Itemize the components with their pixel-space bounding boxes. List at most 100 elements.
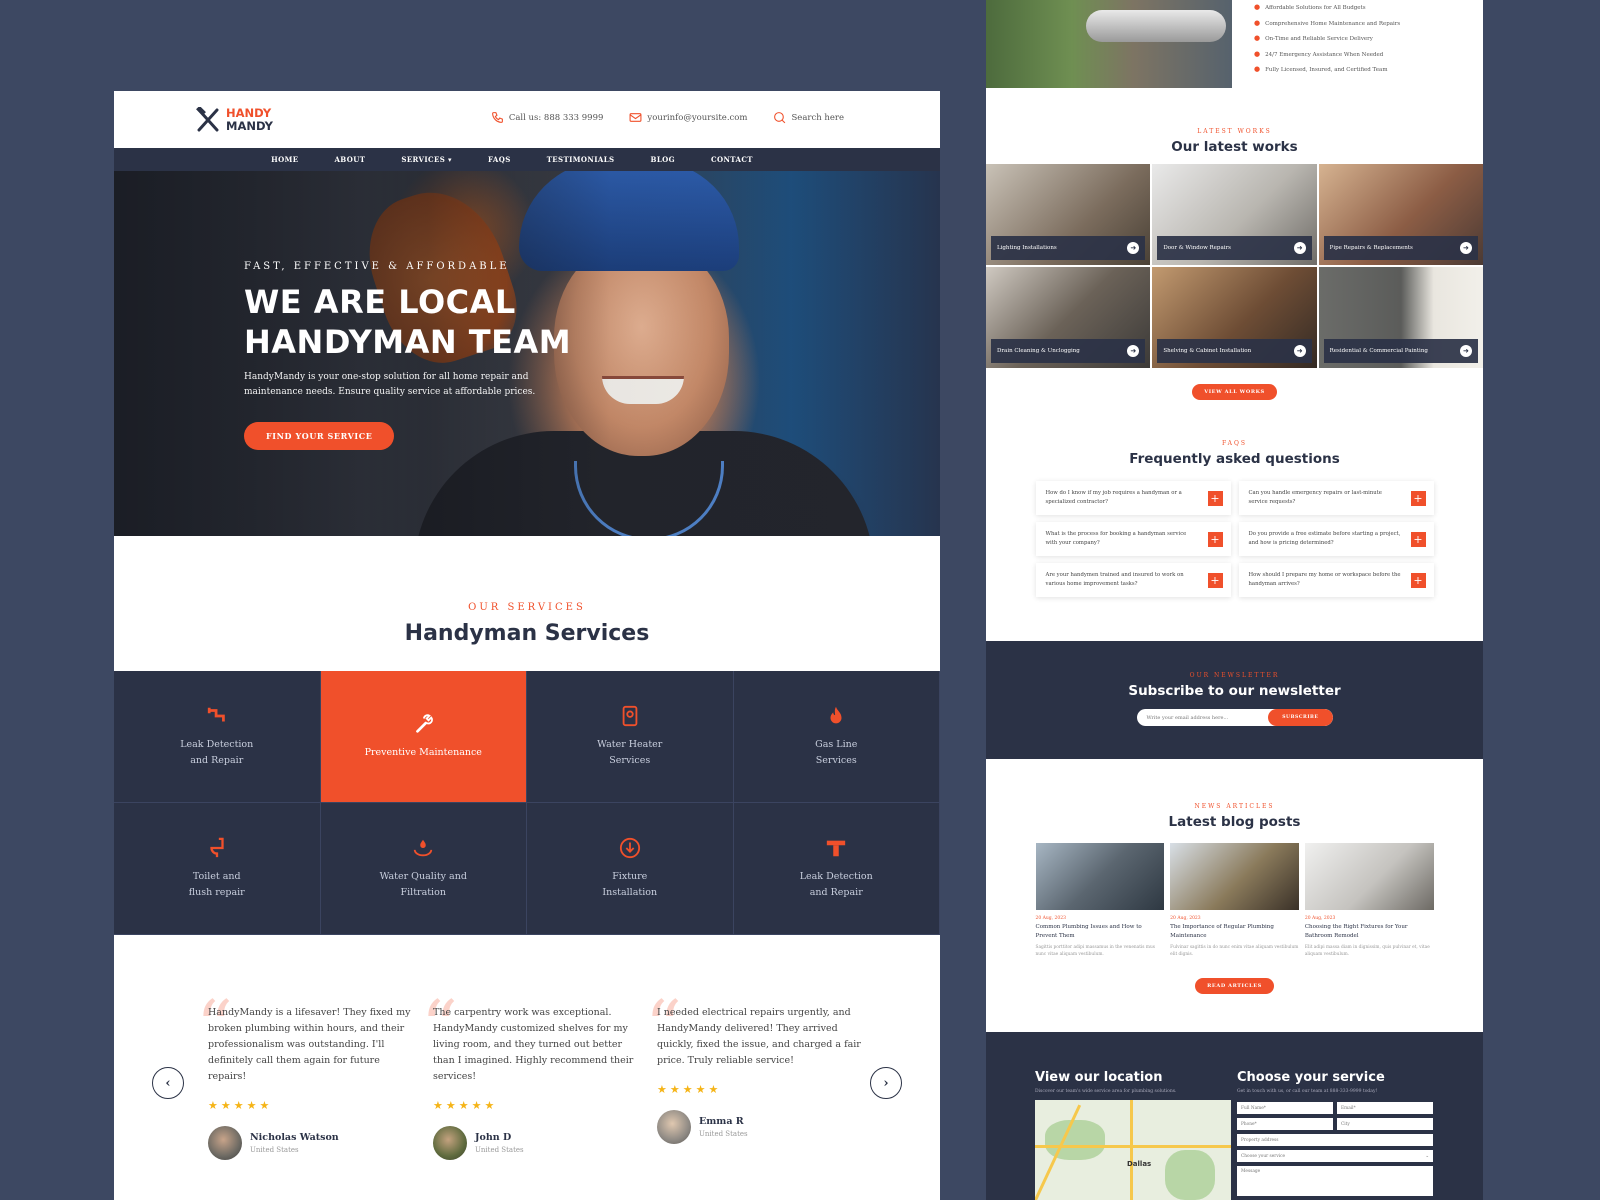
work-card[interactable]: Lighting Installations ➜ — [986, 164, 1151, 265]
blog-date: 20 Aug, 2023 — [1304, 916, 1336, 921]
service-select[interactable]: Choose your service ⌄ — [1237, 1150, 1433, 1162]
nav-faqs[interactable]: FAQS — [488, 155, 511, 164]
work-card[interactable]: Shelving & Cabinet Installation ➜ — [1152, 267, 1317, 368]
blog-date: 20 Aug, 2023 — [1170, 916, 1201, 921]
faq-item[interactable]: Are your handymen trained and insured to… — [1035, 563, 1231, 597]
service-label: Leak Detection — [799, 870, 873, 882]
plus-icon[interactable]: + — [1207, 490, 1223, 506]
search-icon — [774, 112, 786, 124]
subscribe-button[interactable]: SUBSCRIBE — [1268, 709, 1333, 726]
work-card[interactable]: Pipe Repairs & Replacements ➜ — [1318, 164, 1483, 265]
arrow-right-icon[interactable]: ➜ — [1459, 242, 1472, 254]
email-contact[interactable]: yourinfo@yoursite.com — [629, 111, 747, 124]
arrow-right-icon[interactable]: ➜ — [1127, 345, 1140, 357]
arrow-right-icon[interactable]: ➜ — [1127, 242, 1140, 254]
nav-contact[interactable]: CONTACT — [711, 155, 753, 164]
next-arrow-button[interactable]: › — [870, 1067, 902, 1099]
arrow-right-icon[interactable]: ➜ — [1293, 242, 1306, 254]
hero-title-line2: handyman team — [244, 323, 572, 361]
service-card[interactable]: Water Quality and Filtration — [320, 803, 527, 935]
work-card[interactable]: Door & Window Repairs ➜ — [1152, 164, 1317, 265]
about-strip: Affordable Solutions for All Budgets Com… — [986, 0, 1483, 88]
work-label: Shelving & Cabinet Installation — [1163, 348, 1252, 354]
email-field[interactable]: Email* — [1337, 1102, 1433, 1114]
faq-item[interactable]: How should I prepare my home or workspac… — [1238, 563, 1434, 597]
service-select-label: Choose your service — [1241, 1153, 1286, 1159]
reviewer: Emma R United States — [657, 1110, 862, 1144]
blog-post-title[interactable]: The Importance of Regular Plumbing Maint… — [1170, 923, 1299, 941]
service-label: flush repair — [188, 886, 245, 898]
faq-item[interactable]: Can you handle emergency repairs or last… — [1238, 481, 1434, 515]
location-map[interactable]: Dallas — [1035, 1100, 1231, 1200]
newsletter-kicker: OUR NEWSLETTER — [1189, 672, 1280, 679]
nav-testimonials[interactable]: TESTIMONIALS — [547, 155, 615, 164]
blog-card[interactable]: 20 Aug, 2023 Choosing the Right Fixtures… — [1304, 843, 1434, 958]
blog-card[interactable]: 20 Aug, 2023 Common Plumbing Issues and … — [1035, 843, 1165, 958]
blog-post-title[interactable]: Choosing the Right Fixtures for Your Bat… — [1305, 923, 1434, 941]
service-label: Leak Detection — [180, 738, 254, 750]
service-label: Installation — [602, 886, 658, 898]
hero-title: We are local handyman team — [244, 282, 574, 362]
nav-blog[interactable]: BLOG — [651, 155, 676, 164]
faq-item[interactable]: Do you provide a free estimate before st… — [1238, 522, 1434, 556]
service-card[interactable]: Water Heater Services — [527, 671, 734, 803]
email-text: yourinfo@yoursite.com — [647, 112, 748, 123]
read-articles-button[interactable]: READ ARTICLES — [1195, 978, 1274, 994]
location-subtitle: Discover our team's wide service area fo… — [1035, 1089, 1177, 1094]
hero-kicker: FAST, EFFECTIVE & AFFORDABLE — [244, 261, 510, 272]
faq-item[interactable]: What is the process for booking a handym… — [1035, 522, 1231, 556]
work-card[interactable]: Residential & Commercial Painting ➜ — [1318, 267, 1483, 368]
faq-question: Are your handymen trained and insured to… — [1045, 572, 1184, 587]
nav-home[interactable]: HOME — [271, 155, 298, 164]
service-card-active[interactable]: Preventive Maintenance — [320, 671, 527, 803]
faq-item[interactable]: How do I know if my job requires a handy… — [1035, 481, 1231, 515]
service-card[interactable]: Fixture Installation — [527, 803, 734, 935]
service-card[interactable]: Gas Line Services — [733, 671, 940, 803]
arrow-right-icon[interactable]: ➜ — [1459, 345, 1472, 357]
download-circle-icon — [619, 837, 640, 858]
view-all-works-button[interactable]: VIEW ALL WORKS — [1192, 384, 1277, 400]
reviewer: Nicholas Watson United States — [208, 1126, 413, 1160]
work-card[interactable]: Drain Cleaning & Unclogging ➜ — [986, 267, 1151, 368]
toilet-icon — [210, 837, 224, 857]
service-card[interactable]: Leak Detection and Repair — [733, 803, 940, 935]
services-kicker: OUR SERVICES — [468, 602, 586, 613]
work-caption: Shelving & Cabinet Installation ➜ — [1157, 339, 1312, 363]
blog-image[interactable] — [1304, 843, 1434, 910]
city-field[interactable]: City — [1337, 1118, 1433, 1130]
blog-section: NEWS ARTICLES Latest blog posts 20 Aug, … — [986, 803, 1483, 994]
nav-services[interactable]: SERVICES ▾ — [401, 155, 452, 164]
phone-contact[interactable]: Call us: 888 333 9999 — [491, 111, 603, 124]
arrow-right-icon[interactable]: ➜ — [1293, 345, 1306, 357]
find-service-button[interactable]: FIND YOUR SERVICE — [244, 422, 395, 450]
newsletter-email-input[interactable]: Write your email address here... — [1147, 715, 1229, 721]
address-field[interactable]: Property address — [1237, 1134, 1433, 1146]
water-drop-icon — [414, 839, 433, 856]
plus-icon[interactable]: + — [1207, 572, 1223, 588]
service-label: Fixture — [612, 870, 648, 882]
pipe-icon — [207, 707, 225, 721]
plus-icon[interactable]: + — [1410, 490, 1426, 506]
blog-image[interactable] — [1035, 843, 1165, 910]
full-name-field[interactable]: Full Name* — [1237, 1102, 1333, 1114]
message-field[interactable]: Message — [1237, 1166, 1433, 1196]
logo-line2: MANDY — [226, 118, 274, 133]
benefit-item: Comprehensive Home Maintenance and Repai… — [1254, 16, 1400, 32]
service-card[interactable]: Toilet and flush repair — [114, 803, 321, 935]
service-card[interactable]: Leak Detection and Repair — [114, 671, 321, 803]
nav-about[interactable]: ABOUT — [334, 155, 365, 164]
blog-image[interactable] — [1170, 843, 1299, 910]
plus-icon[interactable]: + — [1410, 572, 1426, 588]
services-header: OUR SERVICES Handyman Services — [114, 536, 940, 671]
reviewer-name: John D — [475, 1132, 512, 1143]
plus-icon[interactable]: + — [1207, 531, 1223, 547]
plus-icon[interactable]: + — [1410, 531, 1426, 547]
contact-footer: View our location Discover our team's wi… — [986, 1032, 1483, 1200]
search-trigger[interactable]: Search here — [773, 111, 844, 124]
prev-arrow-button[interactable]: ‹ — [152, 1067, 184, 1099]
logo[interactable]: HANDY MANDY — [196, 106, 274, 133]
blog-post-title[interactable]: Common Plumbing Issues and How to Preven… — [1036, 923, 1165, 941]
blog-card[interactable]: 20 Aug, 2023 The Importance of Regular P… — [1170, 843, 1299, 958]
phone-field[interactable]: Phone* — [1237, 1118, 1333, 1130]
blog-excerpt: Fulvinar sagittis in do nunc enim vitae … — [1170, 945, 1299, 957]
